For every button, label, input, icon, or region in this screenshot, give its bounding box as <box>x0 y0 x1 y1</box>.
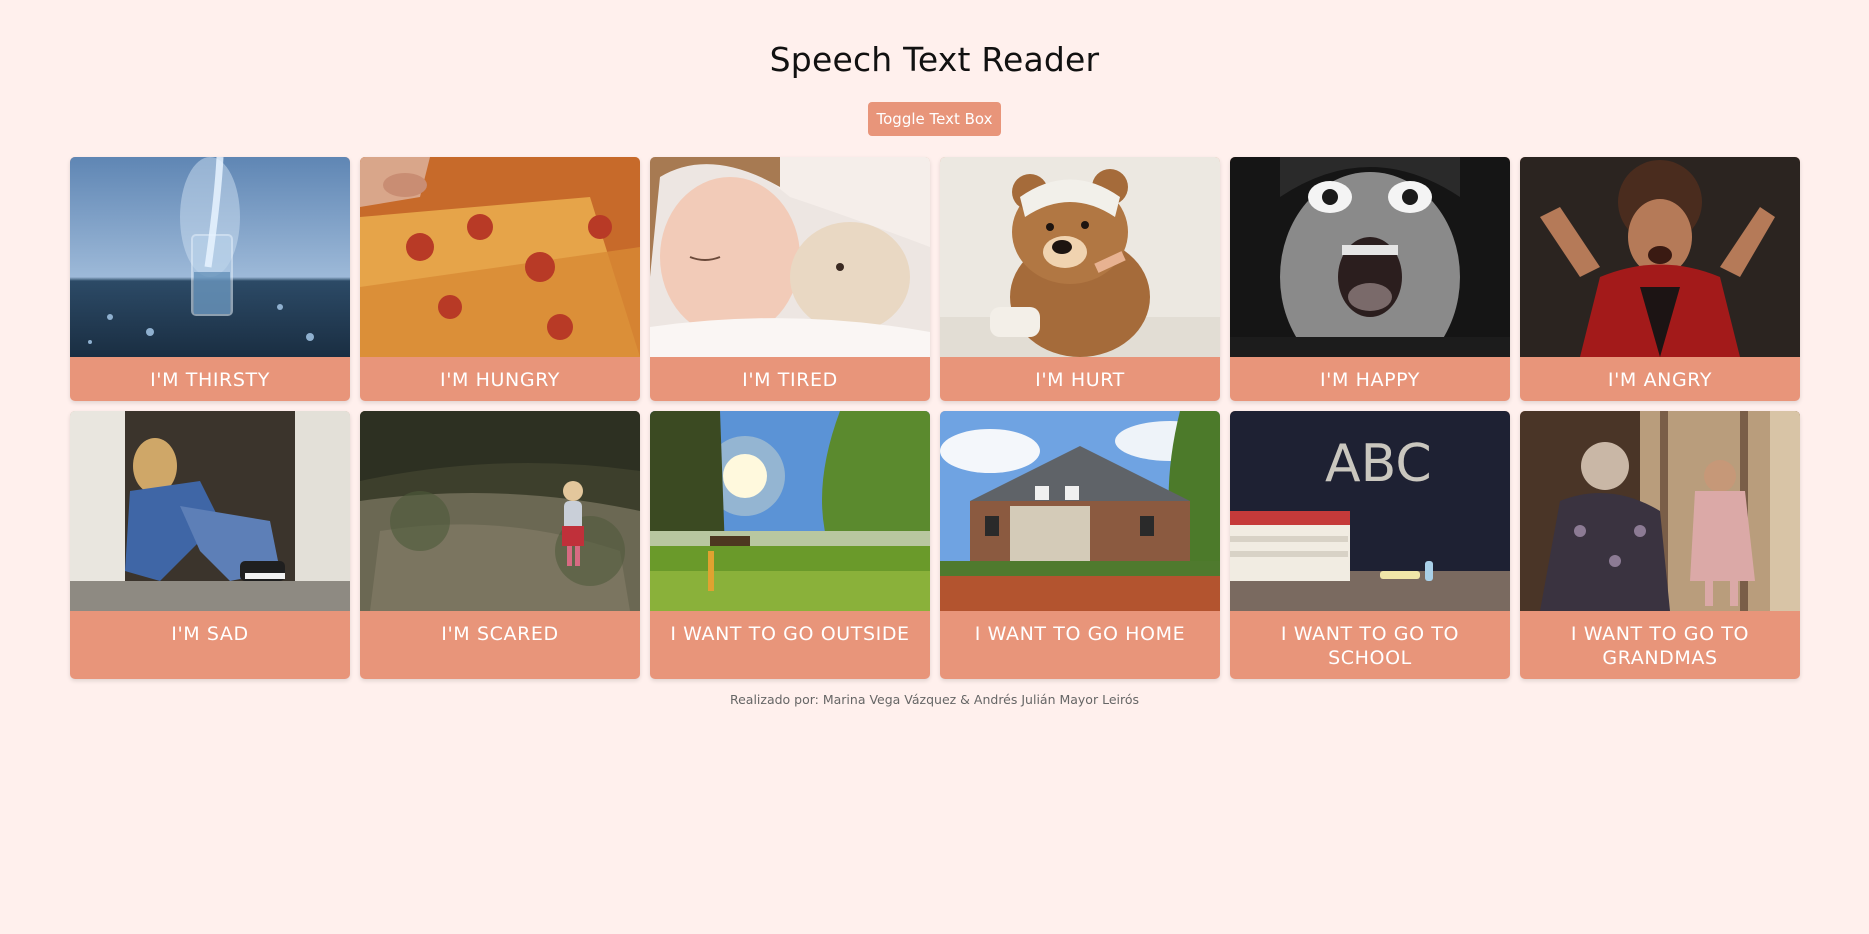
card-outside[interactable]: I WANT TO GO OUTSIDE <box>650 411 930 679</box>
sad-girl-doorway-image <box>70 411 350 611</box>
card-hurt[interactable]: I'M HURT <box>940 157 1220 401</box>
card-scared[interactable]: I'M SCARED <box>360 411 640 679</box>
chalkboard-abc-image: ABC <box>1230 411 1510 611</box>
card-grid: I'M THIRSTY I'M HUNGRY I'M TIRED I'M HUR… <box>70 157 1800 679</box>
page-title: Speech Text Reader <box>769 40 1100 79</box>
card-grandmas[interactable]: I WANT TO GO TO GRANDMAS <box>1520 411 1800 679</box>
excited-boy-image <box>1230 157 1510 357</box>
card-label: I'M SAD <box>171 623 249 645</box>
svg-text:ABC: ABC <box>1325 434 1432 494</box>
grandma-and-child-image <box>1520 411 1800 611</box>
card-label: I WANT TO GO HOME <box>974 623 1186 645</box>
card-label: I WANT TO GO TO SCHOOL <box>1280 623 1460 669</box>
card-label: I'M TIRED <box>742 369 838 391</box>
card-happy[interactable]: I'M HAPPY <box>1230 157 1510 401</box>
card-hungry[interactable]: I'M HUNGRY <box>360 157 640 401</box>
card-label: I'M HURT <box>1035 369 1125 391</box>
card-label: I'M SCARED <box>441 623 559 645</box>
sleeping-child-image <box>650 157 930 357</box>
house-image <box>940 411 1220 611</box>
card-label: I'M HAPPY <box>1319 369 1421 391</box>
card-label: I WANT TO GO TO GRANDMAS <box>1570 623 1750 669</box>
child-in-woods-image <box>360 411 640 611</box>
toggle-text-box-button[interactable]: Toggle Text Box <box>868 102 1001 136</box>
sunny-park-image <box>650 411 930 611</box>
card-home[interactable]: I WANT TO GO HOME <box>940 411 1220 679</box>
pizza-slice-image <box>360 157 640 357</box>
card-label: I'M THIRSTY <box>150 369 270 391</box>
card-angry[interactable]: I'M ANGRY <box>1520 157 1800 401</box>
card-tired[interactable]: I'M TIRED <box>650 157 930 401</box>
bandaged-teddy-bear-image <box>940 157 1220 357</box>
card-thirsty[interactable]: I'M THIRSTY <box>70 157 350 401</box>
card-label: I'M ANGRY <box>1607 369 1713 391</box>
card-sad[interactable]: I'M SAD <box>70 411 350 679</box>
card-school[interactable]: ABC I WANT TO GO TO SCHOOL <box>1230 411 1510 679</box>
credits-footer: Realizado por: Marina Vega Vázquez & And… <box>729 692 1140 707</box>
angry-boy-image <box>1520 157 1800 357</box>
card-label: I WANT TO GO OUTSIDE <box>670 623 910 645</box>
glass-of-water-image <box>70 157 350 357</box>
card-label: I'M HUNGRY <box>440 369 560 391</box>
